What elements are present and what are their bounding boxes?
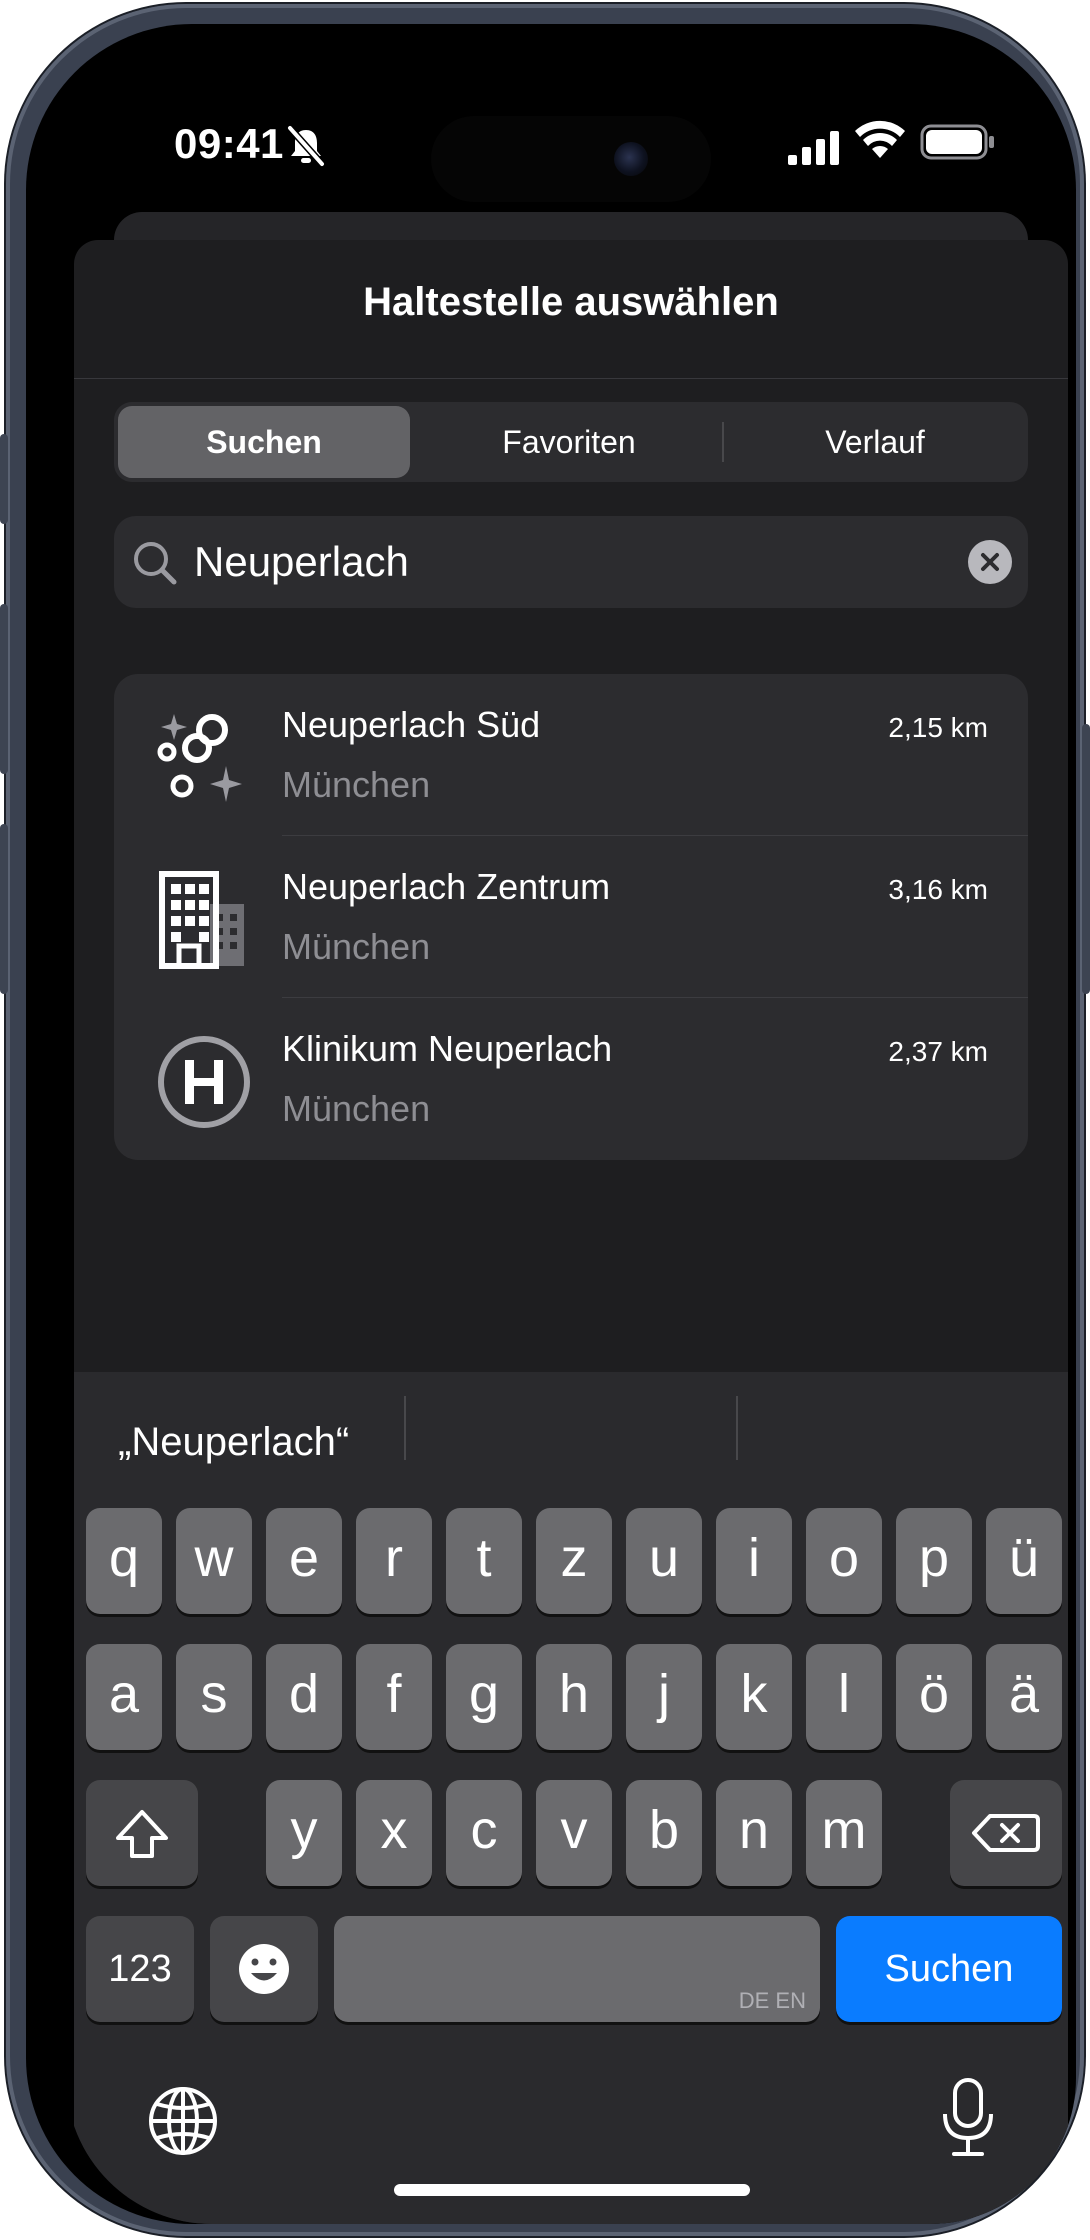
key-f[interactable]: f <box>356 1644 432 1750</box>
key-b[interactable]: b <box>626 1780 702 1886</box>
result-name: Neuperlach Zentrum <box>282 866 611 907</box>
title-divider <box>74 378 1068 379</box>
result-distance: 2,37 km <box>888 1036 988 1067</box>
segment-divider <box>722 422 724 462</box>
suggestion-divider <box>736 1396 738 1460</box>
shift-key[interactable] <box>86 1780 198 1886</box>
globe-icon[interactable] <box>146 2084 220 2158</box>
dynamic-island <box>431 116 711 202</box>
keyboard: „Neuperlach“ q w e r t z u i o p ü a s d… <box>74 1372 1068 2224</box>
autocorrect-suggestion[interactable]: „Neuperlach“ <box>118 1412 349 1472</box>
emoji-key[interactable] <box>210 1916 318 2022</box>
status-time: 09:41 <box>174 120 284 167</box>
search-input[interactable] <box>194 516 934 608</box>
key-j[interactable]: j <box>626 1644 702 1750</box>
result-row[interactable]: Neuperlach Zentrum München 3,16 km <box>114 836 1028 998</box>
power-button <box>1082 724 1090 994</box>
space-key[interactable]: DE EN <box>334 1916 820 2022</box>
result-name: Neuperlach Süd <box>282 704 541 745</box>
results-list: Neuperlach Süd München 2,15 km Neuperlac… <box>114 674 1028 1160</box>
shift-arrow-icon <box>116 1810 168 1858</box>
delete-key[interactable] <box>950 1780 1062 1886</box>
key-t[interactable]: t <box>446 1508 522 1614</box>
wifi-icon <box>855 120 905 158</box>
key-g[interactable]: g <box>446 1644 522 1750</box>
tab-favoriten[interactable]: Favoriten <box>420 406 718 478</box>
segmented-control: Suchen Favoriten Verlauf <box>114 402 1028 482</box>
bell-slash-icon <box>286 124 326 168</box>
key-ae[interactable]: ä <box>986 1644 1062 1750</box>
key-k[interactable]: k <box>716 1644 792 1750</box>
tab-suchen[interactable]: Suchen <box>118 406 410 478</box>
key-l[interactable]: l <box>806 1644 882 1750</box>
key-v[interactable]: v <box>536 1780 612 1886</box>
tab-verlauf[interactable]: Verlauf <box>726 406 1024 478</box>
result-distance: 2,15 km <box>888 712 988 743</box>
sheet-title: Haltestelle auswählen <box>363 280 779 324</box>
key-m[interactable]: m <box>806 1780 882 1886</box>
key-e[interactable]: e <box>266 1508 342 1614</box>
suggestion-divider <box>404 1396 406 1460</box>
key-w[interactable]: w <box>176 1508 252 1614</box>
microphone-icon[interactable] <box>936 2076 1000 2160</box>
key-z[interactable]: z <box>536 1508 612 1614</box>
key-o[interactable]: o <box>806 1508 882 1614</box>
key-q[interactable]: q <box>86 1508 162 1614</box>
key-r[interactable]: r <box>356 1508 432 1614</box>
screen: 09:41 Haltestelle auswählen Suchen Favor… <box>66 64 1076 2224</box>
key-ue[interactable]: ü <box>986 1508 1062 1614</box>
key-a[interactable]: a <box>86 1644 162 1750</box>
result-name: Klinikum Neuperlach <box>282 1028 613 1069</box>
key-c[interactable]: c <box>446 1780 522 1886</box>
close-icon <box>981 553 999 571</box>
bubbles-sparkles-icon <box>157 714 242 802</box>
camera-lens <box>614 142 648 176</box>
result-city: München <box>282 1088 431 1129</box>
result-city: München <box>282 764 431 805</box>
backspace-icon <box>972 1814 1040 1852</box>
key-u[interactable]: u <box>626 1508 702 1614</box>
emoji-icon <box>239 1944 289 1994</box>
key-s[interactable]: s <box>176 1644 252 1750</box>
building-icon <box>159 871 244 969</box>
result-row[interactable]: Neuperlach Süd München 2,15 km <box>114 674 1028 836</box>
result-city: München <box>282 926 431 967</box>
key-y[interactable]: y <box>266 1780 342 1886</box>
battery-icon <box>920 124 994 160</box>
key-n[interactable]: n <box>716 1780 792 1886</box>
key-x[interactable]: x <box>356 1780 432 1886</box>
search-icon <box>134 542 177 585</box>
phone-frame: 09:41 Haltestelle auswählen Suchen Favor… <box>0 4 1090 2236</box>
key-p[interactable]: p <box>896 1508 972 1614</box>
cellular-signal-icon <box>788 131 839 165</box>
result-row[interactable]: Klinikum Neuperlach München 2,37 km <box>114 998 1028 1160</box>
key-i[interactable]: i <box>716 1508 792 1614</box>
space-key-language-label: DE EN <box>738 1988 806 2013</box>
volume-up-button <box>0 604 8 774</box>
volume-down-button <box>0 824 8 994</box>
hospital-h-icon <box>158 1036 250 1128</box>
numbers-key[interactable]: 123 <box>86 1916 194 2022</box>
search-field <box>114 516 1028 608</box>
result-distance: 3,16 km <box>888 874 988 905</box>
search-return-key[interactable]: Suchen <box>836 1916 1062 2022</box>
phone-bezel: 09:41 Haltestelle auswählen Suchen Favor… <box>26 24 1076 2224</box>
key-oe[interactable]: ö <box>896 1644 972 1750</box>
key-h[interactable]: h <box>536 1644 612 1750</box>
home-indicator <box>394 2184 750 2196</box>
key-d[interactable]: d <box>266 1644 342 1750</box>
clear-search-button[interactable] <box>968 540 1012 584</box>
action-button <box>0 434 8 524</box>
